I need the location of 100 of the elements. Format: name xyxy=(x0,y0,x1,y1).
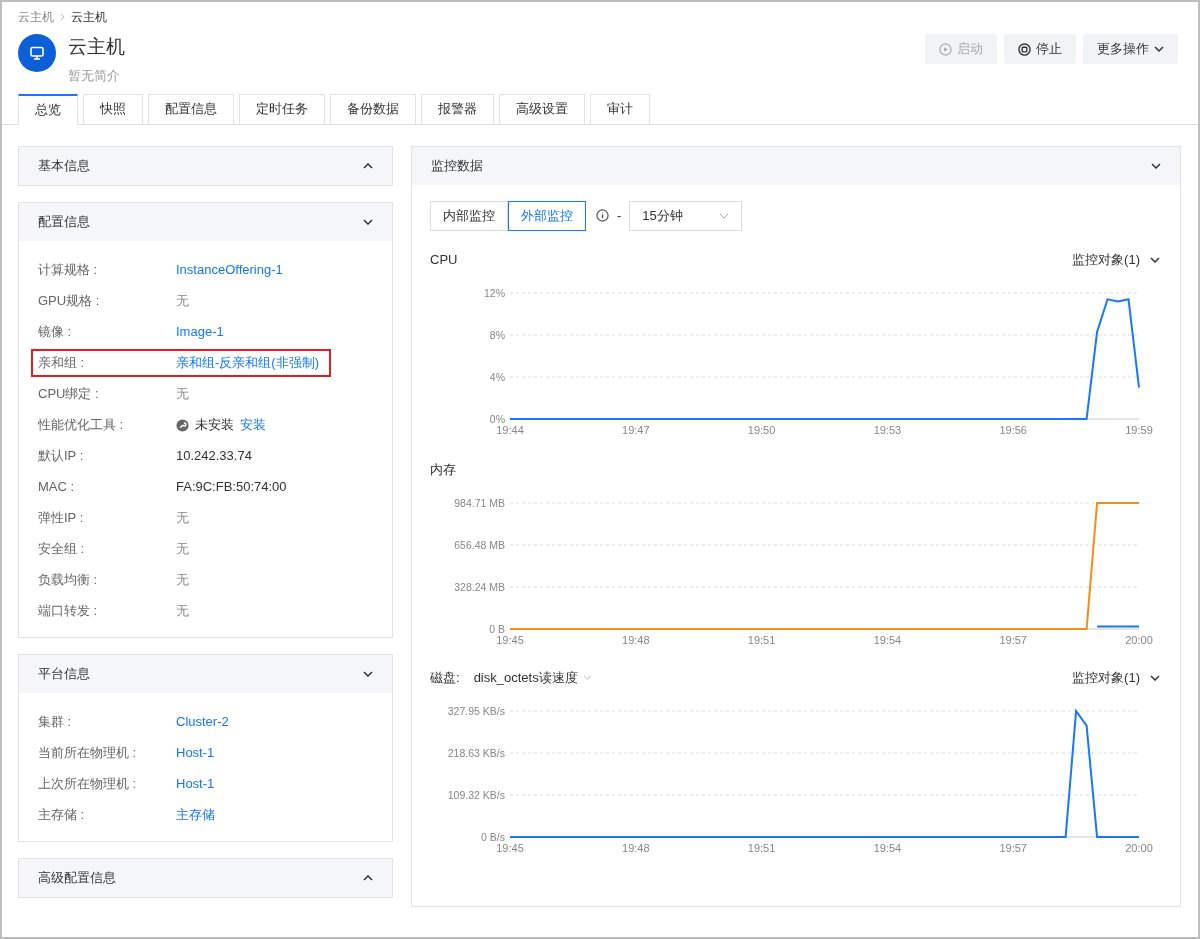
x-axis-label: 19:45 xyxy=(496,633,524,646)
field-value[interactable]: Cluster-2 xyxy=(176,712,229,732)
panel-title: 配置信息 xyxy=(38,212,90,231)
x-axis-label: 19:57 xyxy=(999,633,1027,646)
tab[interactable]: 备份数据 xyxy=(330,93,416,125)
stop-button[interactable]: 停止 xyxy=(1004,34,1076,64)
field-value[interactable]: Host-1 xyxy=(176,774,215,794)
field-label: 亲和组 : xyxy=(37,354,86,373)
panel-header[interactable]: 基本信息 xyxy=(19,146,392,185)
field-label: 性能优化工具 : xyxy=(37,416,125,435)
y-axis-label: 328.24 MB xyxy=(454,580,505,593)
wrench-icon xyxy=(176,418,189,432)
play-icon xyxy=(939,42,952,56)
install-link[interactable]: 安装 xyxy=(240,415,266,435)
field-value: 无 xyxy=(176,292,189,311)
chevron-icon xyxy=(363,670,373,677)
field-label: 当前所在物理机 : xyxy=(37,744,138,763)
monitor-target-dropdown[interactable]: 监控对象(1) xyxy=(1072,667,1160,688)
chevron-down-icon xyxy=(582,675,592,680)
field-value: 无 xyxy=(176,509,189,528)
field-value: 10.242.33.74 xyxy=(176,447,252,466)
x-axis-label: 20:00 xyxy=(1125,633,1153,646)
field-value[interactable]: InstanceOffering-1 xyxy=(176,260,283,280)
chart-title: 磁盘: xyxy=(430,668,460,687)
panel-title: 平台信息 xyxy=(38,664,90,683)
field-label: 主存储 : xyxy=(37,806,86,825)
panel-title: 基本信息 xyxy=(38,156,90,175)
chevron-icon xyxy=(1150,256,1160,263)
panel-title: 监控数据 xyxy=(431,156,483,175)
more-actions-button[interactable]: 更多操作 xyxy=(1083,34,1178,64)
field-value: 无 xyxy=(176,540,189,559)
time-range-select[interactable]: 15分钟 xyxy=(629,200,743,231)
y-axis-label: 109.32 KB/s xyxy=(447,788,505,801)
field-value: FA:9C:FB:50:74:00 xyxy=(176,478,287,497)
y-axis-label: 8% xyxy=(489,328,505,341)
tab[interactable]: 总览 xyxy=(18,93,78,125)
page-subtitle: 暂无简介 xyxy=(68,67,121,85)
field-label: 集群 : xyxy=(37,713,73,732)
chevron-down-icon xyxy=(719,212,730,219)
x-axis-label: 19:54 xyxy=(873,841,902,854)
tab[interactable]: 报警器 xyxy=(421,93,494,125)
y-axis-label: 0% xyxy=(489,412,505,425)
y-axis-label: 984.71 MB xyxy=(454,496,505,509)
y-axis-label: 656.48 MB xyxy=(454,538,505,551)
field-label: CPU绑定 : xyxy=(37,385,100,404)
tab[interactable]: 定时任务 xyxy=(239,93,325,125)
tab[interactable]: 配置信息 xyxy=(148,93,234,125)
field-label: 负载均衡 : xyxy=(37,571,99,590)
panel-header[interactable]: 配置信息 xyxy=(19,202,392,241)
y-axis-label: 0 B/s xyxy=(481,830,505,843)
chart-title: CPU xyxy=(430,250,458,269)
info-icon[interactable] xyxy=(596,209,609,222)
x-axis-label: 19:56 xyxy=(999,423,1027,436)
caret-icon xyxy=(1154,46,1164,52)
field-label: 上次所在物理机 : xyxy=(37,775,138,794)
field-label: GPU规格 : xyxy=(37,292,101,311)
field-value: 无 xyxy=(176,385,189,404)
x-axis-label: 19:48 xyxy=(622,633,650,646)
field-value[interactable]: Image-1 xyxy=(176,322,224,342)
monitor-target-dropdown[interactable]: 监控对象(1) xyxy=(1072,249,1160,270)
breadcrumb-item: 云主机 xyxy=(71,9,107,26)
breadcrumb-item[interactable]: 云主机 xyxy=(18,8,54,26)
tab[interactable]: 审计 xyxy=(590,93,650,125)
tab[interactable]: 高级设置 xyxy=(499,93,585,125)
segment-button[interactable]: 外部监控 xyxy=(508,200,586,231)
breadcrumb-chevron-icon xyxy=(60,13,65,21)
stop-icon xyxy=(1018,42,1031,56)
field-value[interactable]: 亲和组-反亲和组(非强制) xyxy=(176,353,319,373)
x-axis-label: 19:48 xyxy=(622,841,650,854)
y-axis-label: 0 B xyxy=(489,622,505,635)
field-value: 无 xyxy=(176,571,189,590)
x-axis-label: 19:51 xyxy=(747,841,776,854)
field-label: 弹性IP : xyxy=(37,509,85,528)
field-value: 无 xyxy=(176,602,189,621)
field-label: MAC : xyxy=(37,478,76,497)
field-label: 默认IP : xyxy=(37,447,85,466)
x-axis-label: 19:53 xyxy=(873,423,902,436)
x-axis-label: 19:47 xyxy=(622,423,650,436)
separator-text: - xyxy=(617,206,622,225)
panel-header[interactable]: 监控数据 xyxy=(412,146,1180,185)
x-axis-label: 19:59 xyxy=(1125,423,1153,436)
chart-title: 内存 xyxy=(430,460,456,479)
y-axis-label: 218.63 KB/s xyxy=(447,746,505,759)
field-label: 计算规格 : xyxy=(37,261,99,280)
field-value[interactable]: 主存储 xyxy=(176,805,215,825)
metric-select[interactable]: disk_octets读速度 xyxy=(473,667,592,688)
monitor-avatar-icon xyxy=(18,34,56,72)
x-axis-label: 19:45 xyxy=(496,841,524,854)
x-axis-label: 19:54 xyxy=(873,633,902,646)
panel-header[interactable]: 平台信息 xyxy=(19,654,392,693)
field-label: 安全组 : xyxy=(37,540,86,559)
panel-header[interactable]: 高级配置信息 xyxy=(19,858,392,897)
x-axis-label: 19:51 xyxy=(747,633,776,646)
field-value[interactable]: Host-1 xyxy=(176,743,215,763)
chevron-icon xyxy=(363,218,373,225)
page-title: 云主机 xyxy=(68,35,125,59)
y-axis-label: 12% xyxy=(484,286,505,299)
tab[interactable]: 快照 xyxy=(83,93,143,125)
segment-button[interactable]: 内部监控 xyxy=(430,200,508,231)
y-axis-label: 327.95 KB/s xyxy=(447,704,505,717)
